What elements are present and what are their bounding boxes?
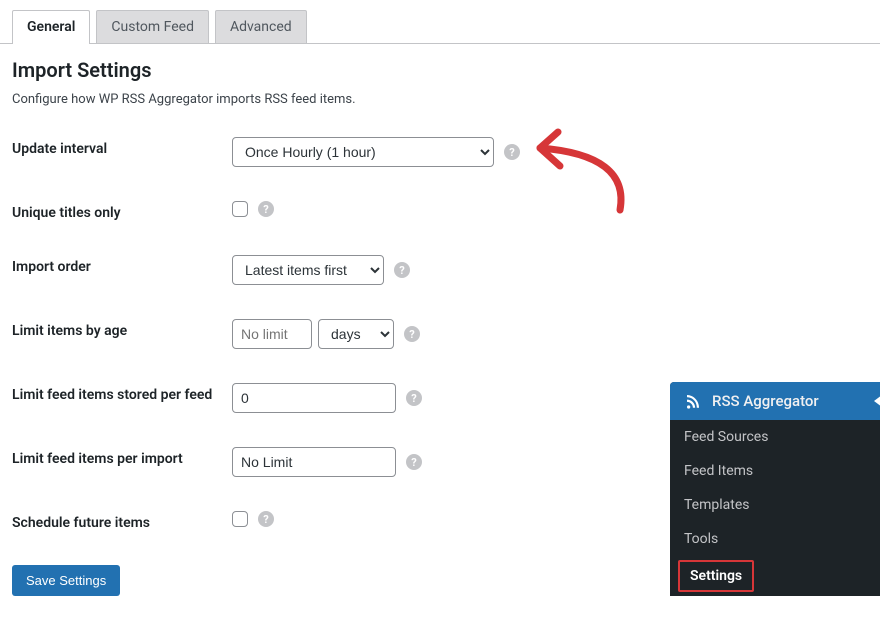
sidebar-item-feed-sources[interactable]: Feed Sources [670, 420, 880, 454]
section-description: Configure how WP RSS Aggregator imports … [12, 92, 868, 107]
sidebar-item-settings[interactable]: Settings [678, 560, 754, 592]
save-button[interactable]: Save Settings [12, 565, 120, 596]
sidebar-title: RSS Aggregator [712, 392, 819, 410]
unique-titles-checkbox[interactable] [232, 201, 248, 217]
label-limit-by-age: Limit items by age [12, 319, 232, 339]
label-schedule-future: Schedule future items [12, 511, 232, 531]
help-icon[interactable]: ? [258, 511, 274, 527]
help-icon[interactable]: ? [404, 326, 420, 342]
row-import-order: Import order Latest items first ? [12, 255, 868, 285]
help-icon[interactable]: ? [406, 390, 422, 406]
limit-per-import-input[interactable] [232, 447, 396, 477]
sidebar-item-feed-items[interactable]: Feed Items [670, 454, 880, 488]
settings-tabs: General Custom Feed Advanced [0, 0, 880, 44]
label-import-order: Import order [12, 255, 232, 275]
label-limit-stored: Limit feed items stored per feed [12, 383, 232, 403]
tab-advanced[interactable]: Advanced [215, 10, 307, 43]
sidebar-header[interactable]: RSS Aggregator [670, 382, 880, 420]
help-icon[interactable]: ? [394, 262, 410, 278]
section-title: Import Settings [12, 58, 868, 82]
limit-age-unit-select[interactable]: days [318, 319, 394, 349]
row-limit-by-age: Limit items by age days ? [12, 319, 868, 349]
row-update-interval: Update interval Once Hourly (1 hour) ? [12, 137, 868, 167]
help-icon[interactable]: ? [406, 454, 422, 470]
caret-right-icon [874, 395, 880, 407]
sidebar-item-templates[interactable]: Templates [670, 488, 880, 522]
update-interval-select[interactable]: Once Hourly (1 hour) [232, 137, 494, 167]
limit-age-input[interactable] [232, 319, 312, 349]
tab-general[interactable]: General [12, 10, 90, 43]
row-unique-titles: Unique titles only ? [12, 201, 868, 221]
sidebar-item-tools[interactable]: Tools [670, 522, 880, 556]
rss-icon [684, 392, 702, 410]
schedule-future-checkbox[interactable] [232, 511, 248, 527]
help-icon[interactable]: ? [504, 144, 520, 160]
tab-custom-feed[interactable]: Custom Feed [96, 10, 209, 43]
admin-sidebar-panel: RSS Aggregator Feed Sources Feed Items T… [670, 382, 880, 596]
limit-stored-input[interactable] [232, 383, 396, 413]
label-limit-per-import: Limit feed items per import [12, 447, 232, 467]
help-icon[interactable]: ? [258, 201, 274, 217]
label-unique-titles: Unique titles only [12, 201, 232, 221]
label-update-interval: Update interval [12, 137, 232, 157]
import-order-select[interactable]: Latest items first [232, 255, 384, 285]
